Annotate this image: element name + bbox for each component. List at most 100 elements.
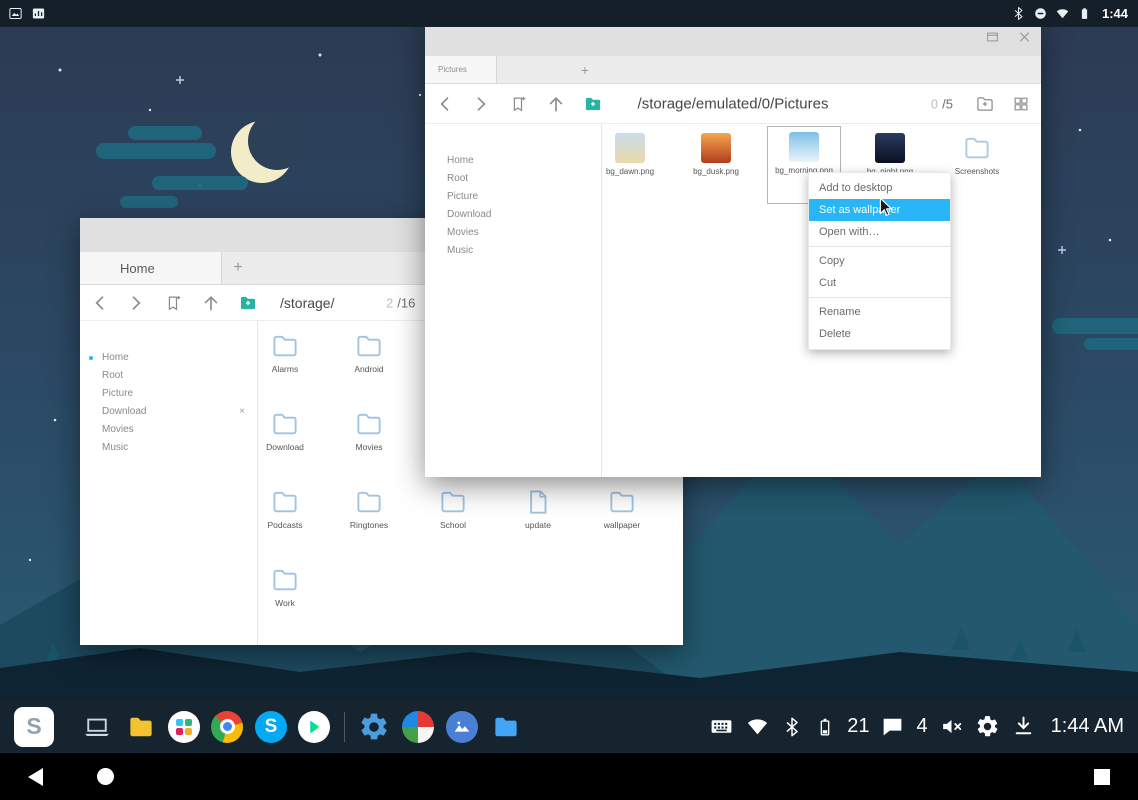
folder-icon xyxy=(438,487,468,517)
screenshot-icon[interactable] xyxy=(8,6,23,21)
sidebar-item-music[interactable]: Music xyxy=(425,242,601,260)
menu-item-cut[interactable]: Cut xyxy=(809,272,950,294)
front-toolbar: /storage/emulated/0/Pictures 0/5 xyxy=(425,84,1041,124)
menu-divider xyxy=(809,297,950,298)
up-directory-icon[interactable] xyxy=(546,94,566,114)
nav-home-button[interactable] xyxy=(97,768,114,785)
keyboard-icon[interactable] xyxy=(709,714,734,739)
file-item-alarms[interactable]: Alarms xyxy=(258,325,322,403)
path-text[interactable]: /storage/ xyxy=(280,295,334,311)
file-item-bg-dusk[interactable]: bg_dusk.png xyxy=(679,127,753,205)
remove-bookmark-icon[interactable]: × xyxy=(239,403,245,421)
file-item-wallpaper[interactable]: wallpaper xyxy=(585,481,659,559)
path-text[interactable]: /storage/emulated/0/Pictures xyxy=(638,95,829,112)
folder-icon xyxy=(270,409,300,439)
tab-label: Pictures xyxy=(438,65,467,74)
battery-icon[interactable] xyxy=(1077,6,1092,21)
file-item-download[interactable]: Download xyxy=(258,403,322,481)
sidebar-item-picture[interactable]: Picture xyxy=(425,188,601,206)
sidebar-item-home[interactable]: Home xyxy=(425,152,601,170)
bluetooth-icon[interactable] xyxy=(1011,6,1026,21)
sidebar-item-movies[interactable]: Movies xyxy=(425,224,601,242)
front-file-area[interactable]: bg_dawn.png bg_dusk.png bg_morning.png b… xyxy=(602,124,1041,477)
volume-muted-icon[interactable] xyxy=(939,714,964,739)
file-manager-window-pictures[interactable]: Pictures + /storage/emulated/0/Pictures … xyxy=(425,18,1041,477)
notifications-icon[interactable] xyxy=(880,714,905,739)
new-tab-button[interactable]: + xyxy=(577,56,593,83)
up-directory-icon[interactable] xyxy=(201,293,221,313)
file-item-bg-dawn[interactable]: bg_dawn.png xyxy=(602,127,667,205)
close-window-icon[interactable] xyxy=(1016,29,1033,46)
new-folder-icon[interactable] xyxy=(238,293,258,313)
settings-icon[interactable] xyxy=(975,714,1000,739)
folder-icon xyxy=(607,487,637,517)
file-item-work[interactable]: Work xyxy=(258,559,322,637)
grid-view-icon[interactable] xyxy=(1011,94,1031,114)
gallery-logo xyxy=(446,711,478,743)
image-thumbnail xyxy=(789,132,819,162)
file-icon xyxy=(523,487,553,517)
terminal-app-icon[interactable] xyxy=(80,710,114,744)
sidebar-item-movies[interactable]: Movies xyxy=(80,421,257,439)
settings-app-icon[interactable] xyxy=(357,710,391,744)
sidebar-item-download[interactable]: Download xyxy=(425,206,601,224)
new-folder-icon[interactable] xyxy=(583,94,603,114)
folder-icon xyxy=(354,409,384,439)
app-drawer-button[interactable]: S xyxy=(14,707,54,747)
stats-icon[interactable] xyxy=(31,6,46,21)
chrome-logo xyxy=(211,711,243,743)
menu-item-copy[interactable]: Copy xyxy=(809,250,950,272)
file-item-movies[interactable]: Movies xyxy=(332,403,406,481)
sidebar-item-music[interactable]: Music xyxy=(80,439,257,457)
menu-item-open-with[interactable]: Open with… xyxy=(809,221,950,243)
slack-app-icon[interactable] xyxy=(168,711,200,743)
taskbar-clock[interactable]: 1:44 AM xyxy=(1051,715,1124,738)
restore-window-icon[interactable] xyxy=(984,29,1001,46)
filemanager-app-icon[interactable] xyxy=(489,710,523,744)
forward-nav-icon[interactable] xyxy=(471,94,491,114)
play-store-app-icon[interactable] xyxy=(298,711,330,743)
file-item-update[interactable]: update xyxy=(501,481,575,559)
gallery-app-icon[interactable] xyxy=(445,710,479,744)
menu-item-rename[interactable]: Rename xyxy=(809,301,950,323)
dnd-icon[interactable] xyxy=(1033,6,1048,21)
tab-pictures[interactable]: Pictures xyxy=(425,56,497,83)
back-nav-icon[interactable] xyxy=(435,94,455,114)
file-item-school[interactable]: School xyxy=(416,481,490,559)
file-item-ringtones[interactable]: Ringtones xyxy=(332,481,406,559)
battery-icon[interactable] xyxy=(814,716,836,738)
bookmark-add-icon[interactable] xyxy=(509,94,529,114)
sidebar-item-root[interactable]: Root xyxy=(425,170,601,188)
status-clock: 1:44 xyxy=(1102,6,1128,21)
menu-divider xyxy=(809,246,950,247)
sidebar-item-root[interactable]: Root xyxy=(80,367,257,385)
menu-item-delete[interactable]: Delete xyxy=(809,323,950,345)
chrome-app-icon[interactable] xyxy=(210,710,244,744)
wifi-icon[interactable] xyxy=(745,714,770,739)
nav-recents-button[interactable] xyxy=(1094,769,1110,785)
updates-icon[interactable] xyxy=(1011,714,1036,739)
new-folder-outline-icon[interactable] xyxy=(975,94,995,114)
image-thumbnail xyxy=(875,133,905,163)
files-app-icon[interactable] xyxy=(124,710,158,744)
bluetooth-icon[interactable] xyxy=(781,716,803,738)
skype-app-icon[interactable]: S xyxy=(254,710,288,744)
mouse-cursor-icon xyxy=(874,196,896,218)
sidebar-item-picture[interactable]: Picture xyxy=(80,385,257,403)
status-bar[interactable]: 1:44 xyxy=(0,0,1138,27)
new-tab-button[interactable]: + xyxy=(230,252,246,284)
back-sidebar: Home Root Picture Download× Movies Music xyxy=(80,321,258,645)
file-item-podcasts[interactable]: Podcasts xyxy=(258,481,322,559)
sidebar-item-download[interactable]: Download× xyxy=(80,403,257,421)
file-item-android[interactable]: Android xyxy=(332,325,406,403)
back-nav-icon[interactable] xyxy=(90,293,110,313)
tab-home[interactable]: Home xyxy=(80,252,222,284)
nav-back-button[interactable] xyxy=(28,768,43,786)
desktop: Home + /storage/ 2/16 Home Root Picture … xyxy=(0,0,1138,800)
bookmark-add-icon[interactable] xyxy=(164,293,184,313)
forward-nav-icon[interactable] xyxy=(126,293,146,313)
pinwheel-app-icon[interactable] xyxy=(401,710,435,744)
wifi-icon[interactable] xyxy=(1055,6,1070,21)
sidebar-item-home[interactable]: Home xyxy=(80,349,257,367)
file-item-screenshots[interactable]: Screenshots xyxy=(940,127,1014,205)
